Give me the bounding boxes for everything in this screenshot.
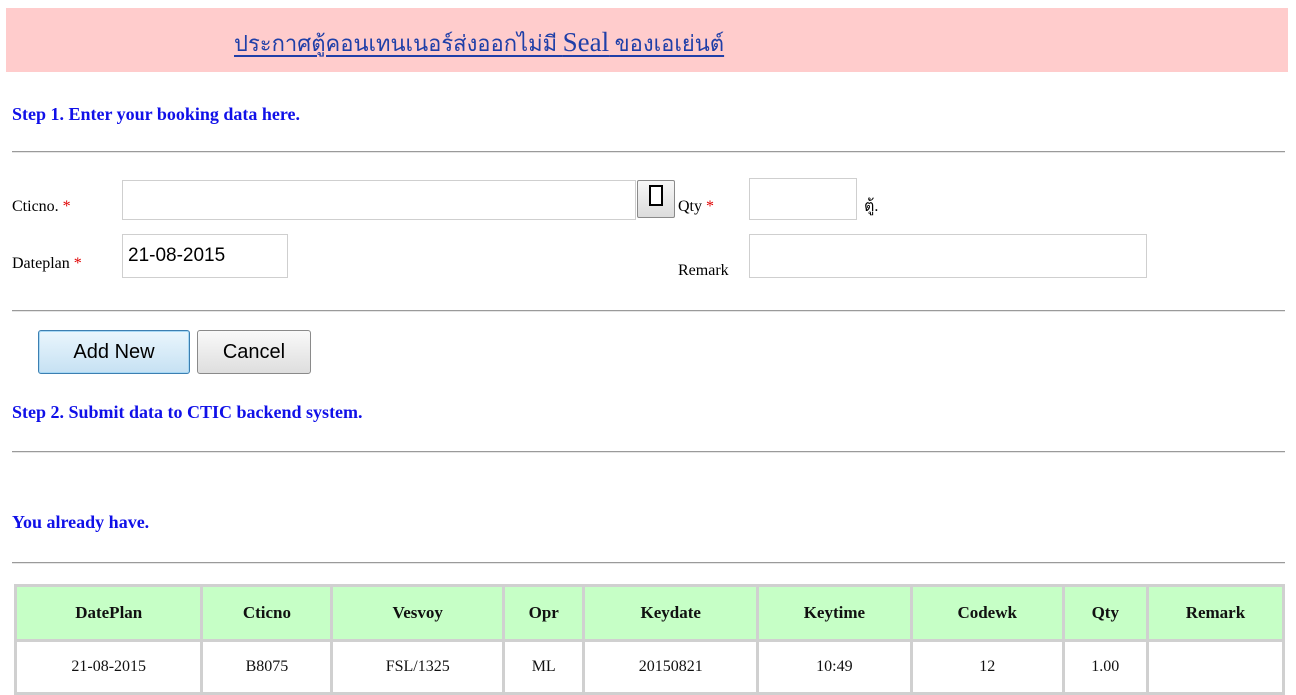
qty-unit-label: ตู้. xyxy=(864,198,879,215)
title-text-after: ของเอเย่นต์ xyxy=(609,31,725,56)
table-header-row: DatePlan Cticno Vesvoy Opr Keydate Keyti… xyxy=(17,587,1282,639)
column-header: Qty xyxy=(1064,587,1146,639)
add-new-button[interactable]: Add New xyxy=(38,330,190,374)
column-header: DatePlan xyxy=(17,587,201,639)
table-cell: 10:49 xyxy=(758,642,910,692)
qty-label: Qty * xyxy=(678,198,714,216)
existing-heading: You already have. xyxy=(12,512,150,532)
qty-input[interactable] xyxy=(749,178,857,220)
divider xyxy=(12,310,1285,312)
table-cell: FSL/1325 xyxy=(333,642,503,692)
lookup-icon xyxy=(649,185,663,206)
page-banner: ประกาศตู้คอนเทนเนอร์ส่งออกไม่มี Seal ของ… xyxy=(6,8,1288,72)
divider xyxy=(12,151,1285,153)
divider xyxy=(12,451,1285,453)
step2-heading: Step 2. Submit data to CTIC backend syst… xyxy=(12,402,363,422)
column-header: Vesvoy xyxy=(333,587,503,639)
cticno-lookup-button[interactable] xyxy=(637,180,675,218)
title-text-before: ประกาศตู้คอนเทนเนอร์ส่งออกไม่มี xyxy=(234,31,563,56)
table-cell xyxy=(1148,642,1282,692)
column-header: Remark xyxy=(1148,587,1282,639)
table-cell: 12 xyxy=(912,642,1062,692)
cticno-input[interactable] xyxy=(122,180,636,220)
table-cell: 1.00 xyxy=(1064,642,1146,692)
remark-label: Remark xyxy=(678,262,729,279)
table-row: 21-08-2015 B8075 FSL/1325 ML 20150821 10… xyxy=(17,642,1282,692)
cticno-label: Cticno. * xyxy=(12,198,71,216)
column-header: Codewk xyxy=(912,587,1062,639)
table-cell: 20150821 xyxy=(585,642,756,692)
column-header: Opr xyxy=(505,587,583,639)
required-mark: * xyxy=(62,198,71,215)
table-cell: B8075 xyxy=(203,642,331,692)
column-header: Keytime xyxy=(758,587,910,639)
booking-table: DatePlan Cticno Vesvoy Opr Keydate Keyti… xyxy=(14,584,1285,695)
column-header: Cticno xyxy=(203,587,331,639)
table-cell: 21-08-2015 xyxy=(17,642,201,692)
dateplan-label: Dateplan * xyxy=(12,255,82,273)
cancel-button[interactable]: Cancel xyxy=(197,330,311,374)
dateplan-label-text: Dateplan xyxy=(12,255,70,272)
qty-label-text: Qty xyxy=(678,198,702,215)
table-cell: ML xyxy=(505,642,583,692)
dateplan-input[interactable] xyxy=(122,234,288,278)
title-text-seal: Seal xyxy=(562,27,610,57)
page-title-link[interactable]: ประกาศตู้คอนเทนเนอร์ส่งออกไม่มี Seal ของ… xyxy=(234,26,724,61)
step1-heading: Step 1. Enter your booking data here. xyxy=(12,104,301,124)
remark-input[interactable] xyxy=(749,234,1147,278)
cticno-label-text: Cticno. xyxy=(12,198,59,215)
column-header: Keydate xyxy=(585,587,756,639)
required-mark: * xyxy=(73,255,82,272)
divider xyxy=(12,562,1285,564)
required-mark: * xyxy=(706,198,714,215)
